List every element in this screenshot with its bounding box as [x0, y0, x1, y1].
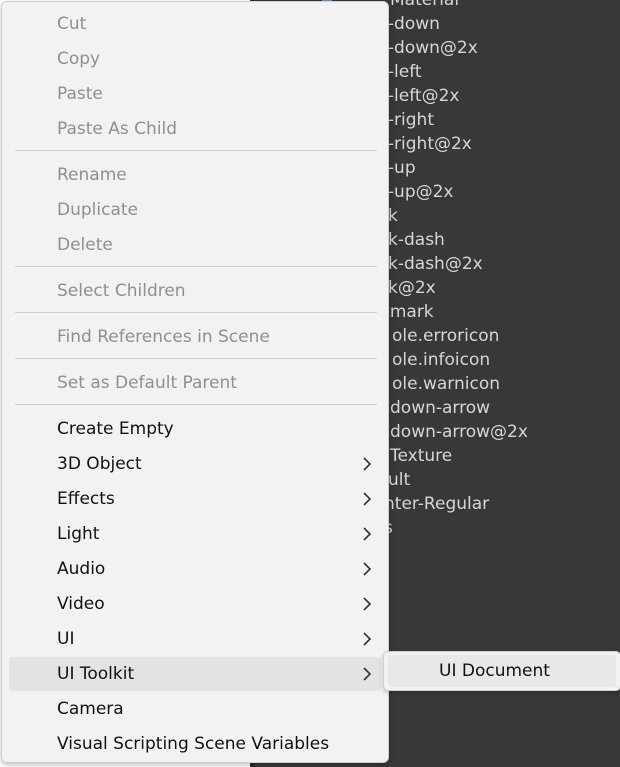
menu-item-effects[interactable]: Effects	[9, 482, 381, 516]
menu-item-label: Duplicate	[57, 200, 138, 220]
menu-separator	[15, 312, 377, 313]
menu-item-copy[interactable]: Copy	[9, 42, 381, 76]
asset-item[interactable]: ult	[388, 468, 410, 492]
chevron-right-icon	[363, 492, 372, 506]
menu-item-label: Effects	[57, 489, 115, 509]
menu-item-ui[interactable]: UI	[9, 622, 381, 656]
asset-item[interactable]: Texture	[390, 444, 452, 468]
asset-item[interactable]: k-dash	[388, 228, 445, 252]
menu-item-label: Paste	[57, 84, 103, 104]
chevron-right-icon	[363, 562, 372, 576]
menu-item-ui-document[interactable]: UI Document	[388, 655, 616, 687]
menu-item-paste-as-child[interactable]: Paste As Child	[9, 112, 381, 146]
menu-item-label: Video	[57, 594, 105, 614]
menu-item-ui-toolkit[interactable]: UI Toolkit	[9, 657, 381, 691]
asset-item[interactable]: Material	[390, 0, 459, 12]
menu-item-visual-scripting[interactable]: Visual Scripting Scene Variables	[9, 727, 381, 761]
menu-item-rename[interactable]: Rename	[9, 158, 381, 192]
menu-item-paste[interactable]: Paste	[9, 77, 381, 111]
chevron-right-icon	[363, 597, 372, 611]
menu-item-label: UI Document	[439, 661, 550, 681]
menu-item-3d-object[interactable]: 3D Object	[9, 447, 381, 481]
asset-item[interactable]: nter-Regular	[384, 492, 489, 516]
menu-separator	[15, 358, 377, 359]
asset-item[interactable]: k-dash@2x	[388, 252, 483, 276]
asset-item[interactable]: ole.erroricon	[392, 324, 499, 348]
menu-item-label: Select Children	[57, 281, 186, 301]
menu-item-set-default-parent[interactable]: Set as Default Parent	[9, 366, 381, 400]
menu-item-label: Light	[57, 524, 100, 544]
chevron-right-icon	[363, 527, 372, 541]
menu-item-label: Audio	[57, 559, 106, 579]
chevron-right-icon	[363, 632, 372, 646]
menu-item-create-empty[interactable]: Create Empty	[9, 412, 381, 446]
chevron-right-icon	[363, 457, 372, 471]
menu-item-label: Copy	[57, 49, 101, 69]
menu-item-label: Find References in Scene	[57, 327, 270, 347]
context-menu: Cut Copy Paste Paste As Child Rename Dup…	[1, 1, 389, 763]
menu-item-video[interactable]: Video	[9, 587, 381, 621]
menu-item-label: 3D Object	[57, 454, 142, 474]
menu-item-delete[interactable]: Delete	[9, 228, 381, 262]
menu-item-cut[interactable]: Cut	[9, 7, 381, 41]
menu-item-camera[interactable]: Camera	[9, 692, 381, 726]
menu-item-label: Paste As Child	[57, 119, 178, 139]
menu-separator	[15, 404, 377, 405]
menu-separator	[15, 266, 377, 267]
asset-item[interactable]: ole.infoicon	[392, 348, 490, 372]
menu-item-label: Rename	[57, 165, 127, 185]
menu-item-label: UI Toolkit	[57, 664, 135, 684]
menu-item-label: Create Empty	[57, 419, 174, 439]
asset-item[interactable]: k	[388, 204, 398, 228]
asset-item[interactable]: ole.warnicon	[392, 372, 500, 396]
menu-separator	[15, 150, 377, 151]
menu-item-label: Camera	[57, 699, 124, 719]
menu-item-light[interactable]: Light	[9, 517, 381, 551]
asset-item[interactable]: w-down@2x	[374, 36, 478, 60]
menu-item-label: Delete	[57, 235, 113, 255]
menu-item-label: UI	[57, 629, 75, 649]
asset-item[interactable]: down-arrow@2x	[390, 420, 528, 444]
menu-item-select-children[interactable]: Select Children	[9, 274, 381, 308]
menu-item-find-references[interactable]: Find References in Scene	[9, 320, 381, 354]
menu-item-duplicate[interactable]: Duplicate	[9, 193, 381, 227]
asset-item[interactable]: down-arrow	[390, 396, 490, 420]
menu-item-label: Visual Scripting Scene Variables	[57, 734, 330, 754]
chevron-right-icon	[363, 667, 372, 681]
menu-item-audio[interactable]: Audio	[9, 552, 381, 586]
menu-item-label: Set as Default Parent	[57, 373, 237, 393]
menu-item-label: Cut	[57, 14, 87, 34]
asset-item[interactable]: k@2x	[388, 276, 436, 300]
ui-toolkit-submenu: UI Document	[383, 651, 620, 691]
